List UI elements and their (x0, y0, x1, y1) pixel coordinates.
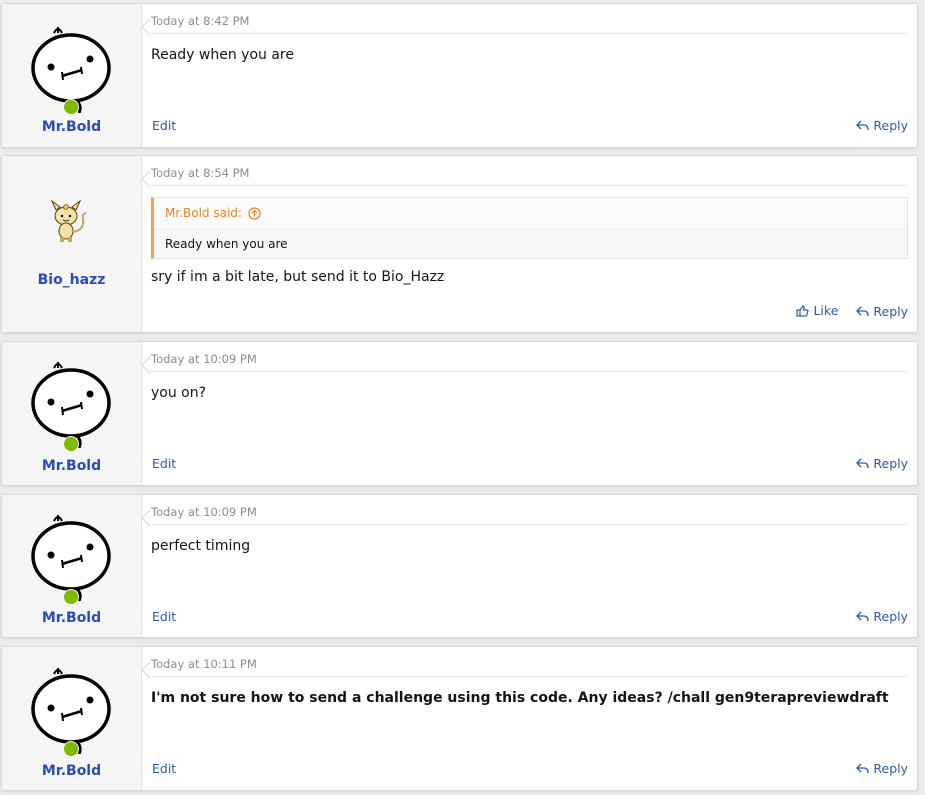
divider (151, 524, 908, 525)
post-timestamp[interactable]: Today at 8:42 PM (151, 14, 249, 28)
edit-link[interactable]: Edit (152, 609, 176, 624)
reply-label: Reply (873, 303, 908, 319)
post-message: sry if im a bit late, but send it to Bio… (151, 269, 445, 285)
post-actions: Reply (842, 118, 908, 134)
reply-label: Reply (873, 456, 908, 471)
reply-label: Reply (873, 761, 908, 776)
post-user-panel: Mr.Bold (2, 495, 142, 637)
post: Mr.Bold Today at 10:09 PM you on? Edit R… (1, 341, 918, 486)
username[interactable]: Mr.Bold (2, 458, 141, 474)
reply-label: Reply (873, 609, 908, 624)
reply-button[interactable]: Reply (856, 609, 908, 624)
post-message: perfect timing (151, 538, 251, 554)
post-main: Today at 10:09 PM you on? Edit Reply (151, 342, 908, 485)
username[interactable]: Mr.Bold (2, 763, 141, 779)
reply-label: Reply (873, 118, 908, 133)
quote-attribution[interactable]: Mr.Bold said: (165, 206, 261, 220)
post: Bio_hazz Today at 8:54 PM Mr.Bold said: … (1, 155, 918, 333)
post: Mr.Bold Today at 10:09 PM perfect timing… (1, 494, 918, 638)
avatar[interactable] (46, 196, 96, 246)
like-button[interactable]: Like (796, 303, 838, 318)
post-arrow-inner (143, 171, 151, 187)
online-status-icon (63, 589, 79, 605)
post-user-panel: Mr.Bold (2, 4, 142, 147)
arrow-up-circle-icon[interactable] (248, 206, 261, 220)
reply-button[interactable]: Reply (856, 118, 908, 133)
post-main: Today at 8:42 PM Ready when you are Edit… (151, 4, 908, 147)
post-message: Ready when you are (151, 47, 294, 63)
reply-button[interactable]: Reply (856, 456, 908, 471)
avatar[interactable] (27, 358, 117, 448)
online-status-icon (63, 99, 79, 115)
post-arrow-inner (143, 662, 151, 678)
divider (151, 33, 908, 34)
online-status-icon (63, 741, 79, 757)
post: Mr.Bold Today at 8:42 PM Ready when you … (1, 3, 918, 148)
divider (151, 371, 908, 372)
post-user-panel: Mr.Bold (2, 342, 142, 485)
quote-block: Mr.Bold said: Ready when you are (151, 197, 908, 259)
post-main: Today at 10:09 PM perfect timing Edit Re… (151, 495, 908, 637)
post-message: you on? (151, 385, 207, 401)
post-user-panel: Bio_hazz (2, 156, 142, 332)
post-arrow-inner (143, 510, 151, 526)
post-actions: Reply (842, 761, 908, 777)
quote-header: Mr.Bold said: (154, 198, 907, 230)
post-main: Today at 10:11 PM I'm not sure how to se… (151, 647, 908, 790)
edit-link[interactable]: Edit (152, 118, 176, 133)
post-message: I'm not sure how to send a challenge usi… (151, 690, 889, 706)
username[interactable]: Mr.Bold (2, 610, 141, 626)
thumbs-up-icon (796, 304, 809, 317)
edit-link[interactable]: Edit (152, 761, 176, 776)
post-timestamp[interactable]: Today at 10:09 PM (151, 352, 257, 366)
quote-text: Ready when you are (165, 237, 288, 251)
post-actions: Reply (842, 456, 908, 472)
online-status-icon (63, 436, 79, 452)
edit-link[interactable]: Edit (152, 456, 176, 471)
quote-author: Mr.Bold said: (165, 206, 242, 220)
post-arrow-inner (143, 357, 151, 373)
post-user-panel: Mr.Bold (2, 647, 142, 790)
reply-icon (856, 458, 870, 469)
username[interactable]: Bio_hazz (2, 272, 141, 288)
post-arrow-inner (143, 19, 151, 35)
reply-icon (856, 763, 870, 774)
avatar[interactable] (27, 511, 117, 601)
post-timestamp[interactable]: Today at 10:09 PM (151, 505, 257, 519)
reply-icon (856, 611, 870, 622)
post-main: Today at 8:54 PM Mr.Bold said: Ready whe… (151, 156, 908, 332)
post-actions: Like Reply (782, 303, 908, 320)
divider (151, 676, 908, 677)
username[interactable]: Mr.Bold (2, 119, 141, 135)
like-label: Like (813, 303, 839, 318)
reply-button[interactable]: Reply (856, 304, 908, 319)
reply-icon (856, 120, 870, 131)
post-timestamp[interactable]: Today at 8:54 PM (151, 166, 249, 180)
reply-button[interactable]: Reply (856, 761, 908, 776)
post-timestamp[interactable]: Today at 10:11 PM (151, 657, 257, 671)
divider (151, 185, 908, 186)
post-actions: Reply (842, 609, 908, 625)
post: Mr.Bold Today at 10:11 PM I'm not sure h… (1, 646, 918, 791)
reply-icon (856, 306, 870, 316)
